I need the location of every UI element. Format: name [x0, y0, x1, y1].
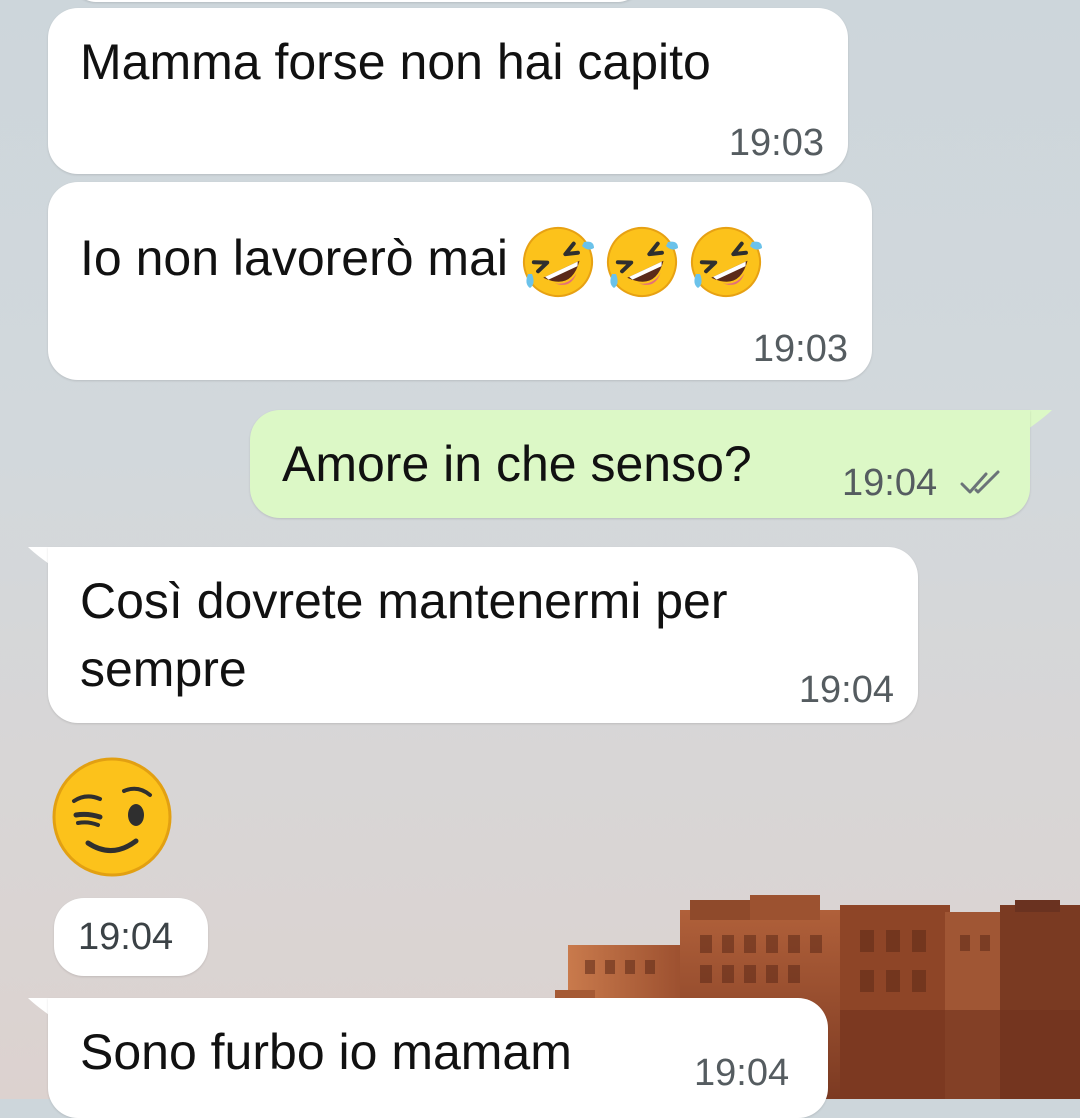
- message-bubble-incoming[interactable]: Sono furbo io mamam 19:04: [48, 998, 828, 1118]
- emoji-message-timestamp-chip: 19:04: [54, 898, 208, 976]
- rolling-on-floor-laughing-emoji-icon: [691, 227, 763, 297]
- message-text-line-1: Così dovrete mantenermi per: [80, 573, 728, 629]
- message-timestamp: 19:04: [842, 462, 938, 504]
- previous-message-bubble[interactable]: [72, 0, 642, 2]
- rolling-on-floor-laughing-emoji-icon: [523, 227, 595, 297]
- rolling-on-floor-laughing-emoji-icon: [607, 227, 679, 297]
- message-text-line-2: sempre: [80, 641, 247, 697]
- message-bubble-incoming[interactable]: Così dovrete mantenermi per sempre 19:04: [48, 547, 918, 723]
- message-timestamp: 19:04: [694, 1052, 790, 1094]
- message-text: Mamma forse non hai capito: [80, 34, 711, 90]
- message-text: Amore in che senso?: [282, 436, 752, 492]
- message-bubble-incoming[interactable]: Mamma forse non hai capito 19:03: [48, 8, 848, 174]
- message-timestamp: 19:04: [78, 916, 174, 958]
- message-text: Sono furbo io mamam: [80, 1024, 572, 1080]
- message-text-content: Io non lavorerò mai: [80, 230, 509, 287]
- message-bubble-incoming[interactable]: Io non lavorerò mai 19:03: [48, 182, 872, 380]
- emoji-group: [518, 222, 766, 302]
- message-timestamp: 19:04: [798, 669, 894, 711]
- message-bubble-outgoing[interactable]: Amore in che senso? 19:04: [250, 410, 1030, 518]
- read-double-check-icon: [960, 470, 1000, 494]
- message-timestamp: 19:03: [752, 328, 848, 370]
- winking-face-emoji-icon[interactable]: [50, 755, 174, 879]
- message-text: Io non lavorerò mai: [80, 222, 766, 302]
- message-timestamp: 19:03: [728, 122, 824, 164]
